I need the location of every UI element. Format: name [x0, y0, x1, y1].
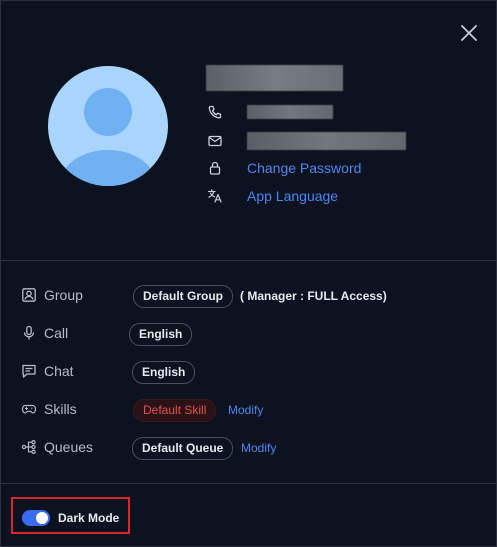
lock-icon: [207, 160, 223, 176]
dark-mode-label: Dark Mode: [58, 511, 120, 525]
user-silhouette-icon: [60, 88, 156, 186]
mail-icon: [207, 133, 223, 149]
group-icon: [21, 287, 37, 303]
dark-mode-toggle[interactable]: [22, 510, 50, 526]
access-suffix: Access): [337, 289, 387, 303]
call-language-badge: English: [129, 323, 193, 346]
group-row: Group: [21, 283, 83, 307]
chat-label: Chat: [44, 363, 74, 379]
group-label: Group: [44, 287, 83, 303]
call-row: Call: [21, 321, 68, 345]
email-row: [207, 130, 406, 152]
call-label: Call: [44, 325, 69, 341]
skill-badge: Default Skill: [133, 399, 217, 422]
phone-row: [207, 101, 333, 123]
chat-icon: [21, 363, 37, 379]
close-icon[interactable]: [458, 22, 480, 44]
gamepad-icon: [21, 401, 37, 417]
phone-number-redacted: [247, 105, 333, 119]
queue-tree-icon: [21, 439, 37, 455]
skills-modify-link[interactable]: Modify: [228, 403, 263, 417]
queue-badge: Default Queue: [132, 437, 234, 460]
change-password-row[interactable]: Change Password: [207, 157, 361, 179]
app-language-link[interactable]: App Language: [247, 188, 338, 204]
skills-row: Skills: [21, 397, 77, 421]
divider-top: [1, 260, 496, 261]
access-prefix: ( Manager :: [240, 289, 308, 303]
divider-bottom: [1, 483, 496, 484]
chat-row: Chat: [21, 359, 74, 383]
skills-label: Skills: [44, 401, 77, 417]
phone-icon: [207, 104, 223, 120]
queues-row: Queues: [21, 435, 93, 459]
toggle-knob: [36, 512, 48, 524]
group-value-badge: Default Group: [133, 285, 233, 308]
queues-label: Queues: [44, 439, 94, 455]
avatar: [48, 66, 168, 186]
user-name-redacted: [206, 65, 343, 91]
change-password-link[interactable]: Change Password: [247, 160, 361, 176]
microphone-icon: [21, 325, 37, 341]
access-level: FULL: [307, 289, 338, 303]
chat-language-badge: English: [132, 361, 196, 384]
access-level-text: ( Manager : FULL Access): [240, 289, 387, 303]
queues-modify-link[interactable]: Modify: [241, 441, 276, 455]
translate-icon: [207, 188, 223, 204]
email-redacted: [247, 132, 406, 150]
app-language-row[interactable]: App Language: [207, 185, 338, 207]
